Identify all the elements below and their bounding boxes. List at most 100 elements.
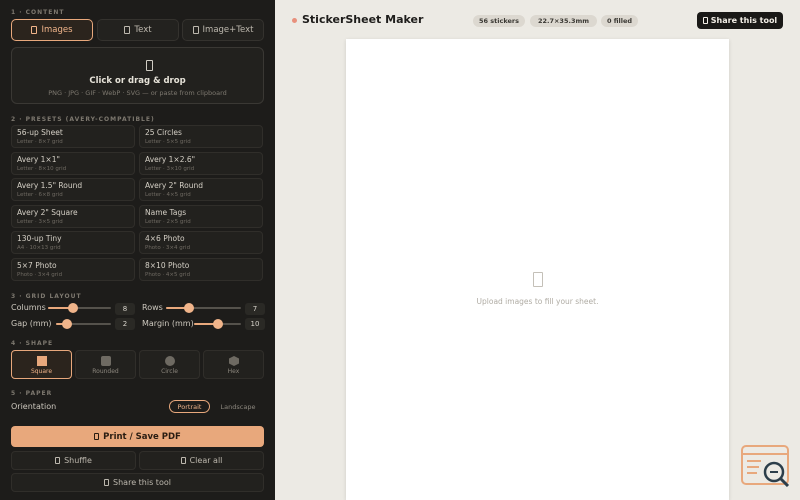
image-placeholder-icon (533, 272, 543, 287)
columns-label: Columns (11, 303, 46, 312)
orientation-label: Orientation (11, 402, 57, 411)
preset-name: 8×10 Photo (145, 261, 190, 270)
slider-knob[interactable] (62, 319, 72, 329)
preset-detail: Photo · 4×5 grid (145, 272, 191, 278)
rows-slider[interactable] (166, 303, 241, 313)
preset-button[interactable]: 25 Circles Letter · 5×5 grid (139, 125, 263, 148)
tab-label: Images (41, 25, 73, 35)
preset-button[interactable]: Avery 1×2.6" Letter · 3×10 grid (139, 152, 263, 175)
preset-name: Avery 2" Round (145, 181, 203, 190)
preset-button[interactable]: Avery 2" Round Letter · 4×5 grid (139, 178, 263, 201)
margin-value[interactable]: 10 (245, 318, 265, 330)
shape-hex-button[interactable]: Hex (203, 350, 264, 379)
upload-dropzone[interactable]: Click or drag & drop PNG · JPG · GIF · W… (11, 47, 264, 104)
slider-knob[interactable] (212, 319, 223, 329)
sticker-count-badge: 56 stickers (473, 15, 525, 27)
preset-button[interactable]: 4×6 Photo Photo · 3×4 grid (139, 231, 263, 254)
preset-name: 25 Circles (145, 128, 182, 137)
shape-label: Circle (161, 368, 178, 375)
preset-detail: Letter · 3×10 grid (145, 166, 195, 172)
upload-icon (146, 60, 153, 71)
preset-name: 4×6 Photo (145, 234, 185, 243)
preset-detail: Letter · 6×8 grid (17, 192, 63, 198)
preset-name: Avery 1.5" Round (17, 181, 83, 190)
app-title: StickerSheet Maker (302, 13, 424, 26)
preset-name: Name Tags (145, 208, 187, 217)
tab-images[interactable]: Images (11, 19, 93, 41)
filled-count-badge: 0 filled (601, 15, 638, 27)
shape-label: Square (30, 368, 53, 375)
gap-value[interactable]: 2 (115, 318, 135, 330)
columns-value[interactable]: 8 (115, 303, 135, 315)
trash-icon (180, 457, 186, 464)
clear-label: Clear all (189, 456, 223, 465)
shuffle-label: Shuffle (64, 456, 92, 465)
text-icon (124, 26, 131, 34)
preset-detail: Letter · 2×5 grid (145, 219, 191, 225)
preset-name: 130-up Tiny (17, 234, 62, 243)
section-label-presets: 2 · PRESETS (AVERY-COMPATIBLE) (11, 116, 155, 123)
preset-button[interactable]: 130-up Tiny A4 · 10×13 grid (11, 231, 135, 254)
columns-slider[interactable] (48, 303, 111, 313)
print-label: Print / Save PDF (103, 431, 181, 442)
preset-button[interactable]: Avery 2" Square Letter · 3×5 grid (11, 205, 135, 228)
share-icon (702, 17, 708, 24)
preset-button[interactable]: Avery 1×1" Letter · 8×10 grid (11, 152, 135, 175)
section-label-paper: 5 · PAPER (11, 390, 53, 397)
preset-button[interactable]: 8×10 Photo Photo · 4×5 grid (139, 258, 263, 281)
dropzone-title: Click or drag & drop (89, 76, 186, 86)
image-text-icon (192, 26, 199, 34)
orientation-portrait[interactable]: Portrait (169, 400, 210, 413)
preset-detail: Letter · 8×7 grid (17, 139, 63, 145)
section-label-content: 1 · CONTENT (11, 9, 65, 16)
shuffle-button[interactable]: Shuffle (11, 451, 136, 470)
preset-detail: Photo · 3×4 grid (17, 272, 63, 278)
printer-icon (94, 433, 100, 440)
gap-slider[interactable] (56, 319, 111, 329)
clear-all-button[interactable]: Clear all (139, 451, 264, 470)
tab-label: Image+Text (202, 25, 254, 35)
preset-detail: Letter · 3×5 grid (17, 219, 63, 225)
preset-button[interactable]: Name Tags Letter · 2×5 grid (139, 205, 263, 228)
share-tool-button-sidebar[interactable]: Share this tool (11, 473, 264, 492)
shape-label: Rounded (92, 368, 119, 375)
shape-square-button[interactable]: Square (11, 350, 72, 379)
shape-circle-button[interactable]: Circle (139, 350, 200, 379)
slider-knob[interactable] (68, 303, 79, 313)
preset-name: Avery 1×1" (17, 155, 60, 164)
sticker-size-badge: 22.7×35.3mm (530, 15, 597, 27)
preset-detail: Letter · 4×5 grid (145, 192, 191, 198)
sticker-sheet-preview[interactable]: Upload images to fill your sheet. (346, 39, 729, 500)
shape-rounded-button[interactable]: Rounded (75, 350, 136, 379)
share-label: Share this tool (710, 16, 778, 25)
rows-value[interactable]: 7 (245, 303, 265, 315)
preset-detail: A4 · 10×13 grid (17, 245, 61, 251)
rows-label: Rows (142, 303, 163, 312)
image-icon (31, 26, 38, 34)
gap-label: Gap (mm) (11, 319, 52, 328)
sidebar: 1 · CONTENT Images Text Image+Text Click… (0, 0, 275, 500)
share-label: Share this tool (113, 478, 171, 487)
share-tool-button[interactable]: Share this tool (697, 12, 783, 29)
circle-icon (165, 356, 175, 366)
preset-name: Avery 2" Square (17, 208, 78, 217)
tab-text[interactable]: Text (97, 19, 179, 41)
empty-sheet-message: Upload images to fill your sheet. (476, 297, 599, 306)
section-label-shape: 4 · SHAPE (11, 340, 54, 347)
dropzone-subtitle: PNG · JPG · GIF · WebP · SVG — or paste … (48, 89, 227, 97)
preset-button[interactable]: 5×7 Photo Photo · 3×4 grid (11, 258, 135, 281)
slider-knob[interactable] (183, 303, 194, 313)
preset-name: Avery 1×2.6" (145, 155, 196, 164)
tab-image-text[interactable]: Image+Text (182, 19, 264, 41)
orientation-landscape[interactable]: Landscape (214, 400, 262, 413)
margin-slider[interactable] (194, 319, 241, 329)
section-label-grid: 3 · GRID LAYOUT (11, 293, 82, 300)
shape-label: Hex (227, 368, 240, 375)
preset-button[interactable]: 56-up Sheet Letter · 8×7 grid (11, 125, 135, 148)
tool-logo-icon (741, 445, 790, 487)
preset-name: 56-up Sheet (17, 128, 63, 137)
print-button[interactable]: Print / Save PDF (11, 426, 264, 447)
preset-name: 5×7 Photo (17, 261, 57, 270)
hexagon-icon (229, 356, 239, 366)
preset-button[interactable]: Avery 1.5" Round Letter · 6×8 grid (11, 178, 135, 201)
